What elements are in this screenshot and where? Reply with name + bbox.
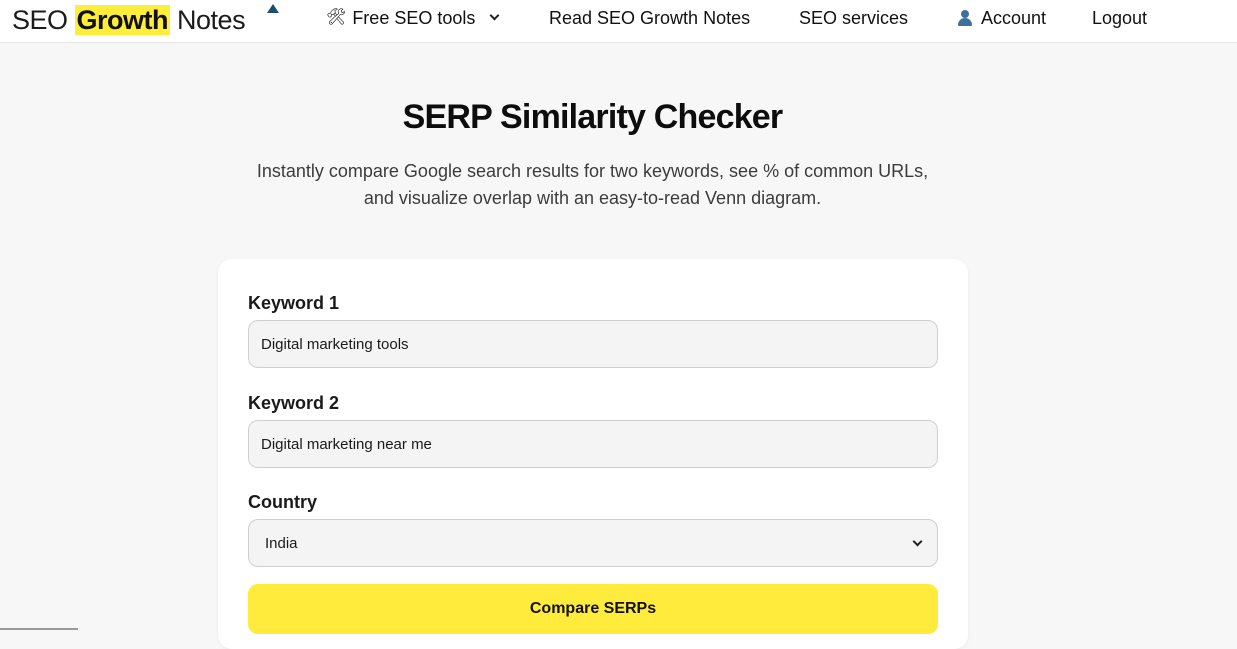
nav-account-label: Account xyxy=(981,8,1047,28)
keyword2-label: Keyword 2 xyxy=(248,393,340,413)
nav-logout-label: Logout xyxy=(1092,8,1148,28)
logo-text-notes: Notes xyxy=(170,5,246,35)
top-navigation-bar: SEO Growth Notes 🛠 Free SEO tools Read S… xyxy=(0,0,1237,43)
keyword1-label: Keyword 1 xyxy=(248,293,340,313)
logo-triangle-icon xyxy=(267,4,279,13)
serp-form-card: Keyword 1 Digital marketing tools Keywor… xyxy=(218,259,968,649)
tools-icon: 🛠 xyxy=(326,9,347,26)
logo-text-growth: Growth xyxy=(74,5,171,35)
country-label: Country xyxy=(248,492,317,512)
keyword1-input[interactable]: Digital marketing tools xyxy=(248,320,938,368)
user-icon xyxy=(957,10,973,26)
nav-free-seo-tools[interactable]: 🛠 Free SEO tools xyxy=(326,8,500,28)
chevron-down-icon xyxy=(912,536,923,546)
nav-read-seo-growth-notes[interactable]: Read SEO Growth Notes xyxy=(549,8,750,28)
nav-seo-services-label: SEO services xyxy=(799,8,909,28)
country-select[interactable]: India xyxy=(248,519,938,567)
country-value: India xyxy=(265,534,298,552)
compare-serps-button[interactable]: Compare SERPs xyxy=(248,584,938,634)
site-logo[interactable]: SEO Growth Notes xyxy=(12,4,246,36)
keyword2-input[interactable]: Digital marketing near me xyxy=(248,420,938,468)
logo-text-seo: SEO xyxy=(12,5,75,35)
keyword2-value: Digital marketing near me xyxy=(261,435,432,453)
nav-read-label: Read SEO Growth Notes xyxy=(549,8,751,28)
nav-account[interactable]: Account xyxy=(957,8,1046,28)
chevron-down-icon xyxy=(489,10,500,21)
nav-free-seo-tools-label: Free SEO tools xyxy=(352,8,476,28)
nav-logout[interactable]: Logout xyxy=(1092,8,1147,28)
nav-seo-services[interactable]: SEO services xyxy=(799,8,908,28)
keyword1-value: Digital marketing tools xyxy=(261,335,409,353)
page-subtitle: Instantly compare Google search results … xyxy=(256,161,929,208)
page-title: SERP Similarity Checker xyxy=(402,98,784,136)
